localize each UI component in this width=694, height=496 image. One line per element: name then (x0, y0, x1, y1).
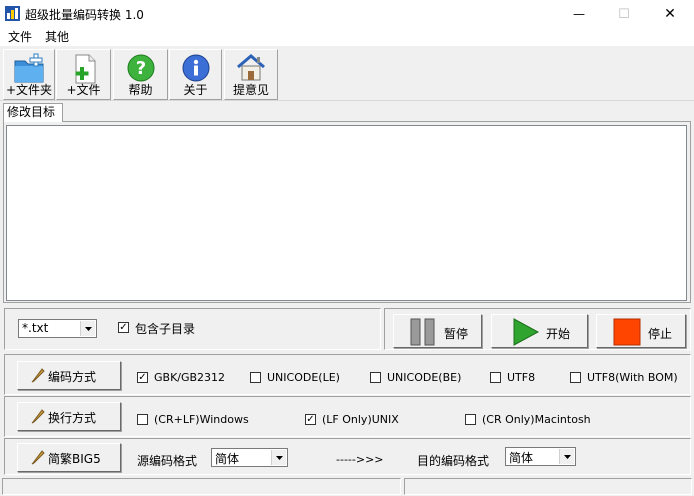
linebreak-option-label: (CR Only)Macintosh (482, 413, 591, 426)
linebreak-mode-label: 换行方式 (48, 411, 97, 425)
linebreak-mode-button[interactable]: 换行方式 (17, 402, 121, 431)
encoding-option-checkbox[interactable]: ✓ (137, 372, 148, 383)
add-folder-button[interactable]: +文件夹 (3, 49, 55, 100)
maximize-button[interactable]: ☐ (601, 0, 647, 28)
conversion-label: 简繁BIG5 (48, 452, 101, 466)
close-icon: ✕ (664, 6, 676, 22)
linebreak-option-checkbox[interactable]: ✓ (305, 414, 316, 425)
encoding-option-checkbox[interactable] (570, 372, 581, 383)
start-button[interactable]: 开始 (491, 314, 588, 348)
home-icon (237, 54, 265, 81)
title-bar: 超级批量编码转换 1.0 — ☐ ✕ (0, 0, 694, 28)
help-icon: ? (127, 54, 154, 82)
pencil-icon (31, 409, 45, 424)
encoding-option-checkbox[interactable] (250, 372, 261, 383)
info-icon (182, 54, 209, 82)
add-folder-icon (14, 53, 44, 83)
about-button[interactable]: 关于 (169, 49, 222, 100)
add-file-button[interactable]: +文件 (56, 49, 111, 100)
encoding-option-label: GBK/GB2312 (154, 371, 226, 384)
encoding-mode-label: 编码方式 (48, 370, 97, 384)
feedback-button[interactable]: 提意见 (224, 49, 278, 100)
linebreak-option-label: (CR+LF)Windows (154, 413, 249, 426)
stop-label: 停止 (648, 327, 673, 341)
check-icon: ✓ (119, 322, 128, 333)
encoding-option-label: UNICODE(LE) (267, 371, 340, 384)
encoding-option-label: UTF8 (507, 371, 536, 384)
start-label: 开始 (546, 327, 571, 341)
stop-button[interactable]: 停止 (596, 314, 686, 348)
source-encoding-value: 简体 (215, 452, 240, 466)
conversion-button[interactable]: 简繁BIG5 (17, 443, 121, 472)
file-filter-value: *.txt (22, 321, 49, 335)
svg-text:?: ? (135, 58, 145, 79)
check-icon: ✓ (306, 414, 315, 425)
menu-file[interactable]: 文件 (8, 28, 32, 46)
source-encoding-label: 源编码格式 (137, 454, 198, 468)
app-icon (5, 6, 20, 21)
pencil-icon (31, 368, 45, 383)
close-button[interactable]: ✕ (647, 0, 693, 28)
check-icon: ✓ (138, 372, 147, 383)
pencil-icon (31, 450, 45, 465)
pause-label: 暂停 (444, 327, 469, 341)
add-file-icon (75, 54, 95, 84)
about-label: 关于 (183, 83, 208, 97)
stop-icon (613, 318, 641, 346)
minimize-icon: — (573, 7, 585, 21)
file-filter-select[interactable]: *.txt (18, 319, 97, 338)
linebreak-option-checkbox[interactable] (465, 414, 476, 425)
chevron-down-icon (559, 449, 574, 464)
encoding-option-checkbox[interactable] (490, 372, 501, 383)
tab-target[interactable]: 修改目标 (3, 103, 63, 122)
help-label: 帮助 (128, 83, 153, 97)
feedback-label: 提意见 (232, 83, 269, 97)
maximize-icon: ☐ (618, 6, 630, 22)
help-button[interactable]: ? 帮助 (113, 49, 168, 100)
linebreak-option-label: (LF Only)UNIX (322, 413, 399, 426)
pause-icon (410, 318, 435, 346)
encoding-option-checkbox[interactable] (370, 372, 381, 383)
target-file-list[interactable] (6, 125, 687, 301)
add-file-label: +文件 (66, 83, 101, 97)
linebreak-option-checkbox[interactable] (137, 414, 148, 425)
target-encoding-label: 目的编码格式 (417, 454, 490, 468)
encoding-mode-button[interactable]: 编码方式 (17, 361, 121, 390)
encoding-option-label: UTF8(With BOM) (587, 371, 678, 384)
conversion-arrow: ----->>> (336, 453, 384, 466)
toolbar: +文件夹 +文件 ? 帮助 关于 提意见 (0, 46, 694, 101)
status-segment (404, 478, 692, 495)
window-title: 超级批量编码转换 1.0 (25, 8, 144, 22)
add-folder-label: +文件夹 (5, 83, 53, 97)
encoding-option-label: UNICODE(BE) (387, 371, 462, 384)
include-subdir-label: 包含子目录 (135, 322, 196, 336)
pause-button[interactable]: 暂停 (393, 314, 482, 348)
status-segment (2, 478, 401, 495)
include-subdir-checkbox[interactable]: ✓ (118, 322, 129, 333)
target-encoding-select[interactable]: 简体 (505, 447, 576, 466)
chevron-down-icon (271, 450, 286, 465)
menu-bar: 文件 其他 (0, 28, 694, 46)
chevron-down-icon (80, 321, 95, 336)
play-icon (513, 318, 540, 346)
menu-other[interactable]: 其他 (45, 28, 69, 46)
minimize-button[interactable]: — (556, 0, 602, 28)
source-encoding-select[interactable]: 简体 (211, 448, 288, 467)
target-encoding-value: 简体 (509, 451, 534, 465)
